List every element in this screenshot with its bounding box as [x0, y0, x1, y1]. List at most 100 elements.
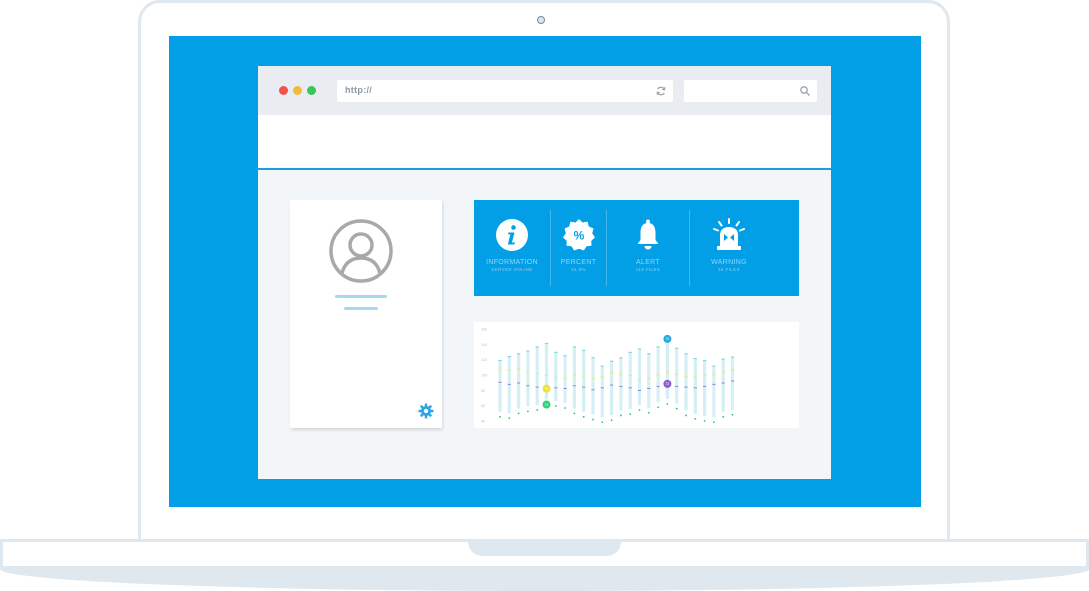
chart-bar-cap — [498, 360, 502, 362]
info-icon — [496, 219, 528, 251]
upper-series-mark — [684, 375, 688, 377]
profile-card — [290, 200, 442, 428]
upper-series-mark — [517, 368, 521, 370]
chart: 160 140 120 100 80 60 40 72 72 72 72 — [481, 328, 735, 424]
browser-window: http:// INFORMATION SERVER ONLINE % PERC… — [258, 66, 831, 479]
lower-series-mark — [693, 387, 697, 389]
minimize-window-button[interactable] — [293, 86, 302, 95]
stat-title: WARNING — [711, 259, 747, 266]
dot-series-point — [517, 412, 520, 415]
dot-series-point — [592, 418, 594, 421]
upper-series-mark — [563, 377, 567, 379]
upper-series-mark — [665, 371, 669, 373]
lower-series-mark — [656, 385, 660, 387]
chart-bar — [684, 353, 688, 411]
laptop-illustration: http:// INFORMATION SERVER ONLINE % PERC… — [0, 0, 1089, 591]
y-tick-label: 160 — [481, 328, 487, 332]
lower-series-mark — [554, 387, 558, 389]
chart-bar — [647, 353, 651, 408]
chart-bar-cap — [572, 346, 576, 348]
chart-bar — [582, 349, 586, 412]
address-bar-text: http:// — [345, 85, 373, 95]
chart-bar-cap — [526, 350, 530, 352]
lower-series-mark — [582, 386, 586, 388]
stat-alert[interactable]: ALERT 118 FILES — [607, 210, 689, 286]
upper-series-mark — [693, 376, 697, 378]
lower-series-mark — [498, 381, 502, 383]
stat-warning[interactable]: WARNING 34 FILES — [690, 210, 768, 286]
chart-bar — [554, 351, 558, 401]
lower-series-mark — [572, 385, 576, 387]
percent-badge-icon: % — [562, 219, 595, 251]
lower-series-mark — [675, 385, 679, 387]
user-avatar-icon — [329, 219, 393, 283]
lower-series-mark — [619, 385, 623, 387]
upper-series-mark — [721, 371, 725, 373]
search-icon[interactable] — [799, 85, 811, 97]
y-tick-label: 120 — [481, 358, 487, 362]
lower-series-mark — [730, 380, 735, 382]
close-window-button[interactable] — [279, 86, 288, 95]
stat-information[interactable]: INFORMATION SERVER ONLINE — [474, 210, 550, 286]
address-bar[interactable]: http:// — [337, 80, 673, 102]
dot-series-point — [675, 407, 678, 410]
dot-series-point — [554, 405, 557, 407]
chart-bar — [703, 360, 707, 416]
chart-bar-cap — [721, 358, 725, 360]
camera-icon — [537, 16, 545, 24]
lower-series-mark — [647, 387, 651, 389]
upper-series-mark — [619, 373, 623, 375]
chart-bar-cap — [637, 348, 642, 350]
lower-series-mark — [684, 386, 688, 388]
chart-bar-cap — [517, 353, 521, 355]
upper-series-mark — [647, 377, 651, 379]
chart-bar-cap — [600, 365, 604, 367]
chart-bar — [517, 353, 521, 409]
chart-bar — [675, 347, 679, 404]
dot-series-point — [722, 415, 725, 418]
chart-bar-cap — [582, 349, 586, 351]
chart-bar-cap — [730, 356, 735, 358]
upper-series-mark — [610, 372, 614, 374]
upper-series-mark — [535, 372, 539, 374]
search-input[interactable] — [684, 80, 817, 102]
lower-series-mark — [712, 383, 716, 385]
reload-icon[interactable] — [655, 85, 667, 97]
chart-bar-cap — [693, 357, 697, 360]
chart-bar-cap — [675, 347, 679, 349]
chart-bar-cap — [554, 351, 558, 353]
chart-marker-label: 72 — [545, 387, 549, 391]
lower-series-mark — [591, 389, 595, 391]
chart-bar — [712, 365, 716, 418]
dot-series-point — [601, 421, 604, 424]
dot-series-point — [703, 420, 706, 422]
chart-card: 160 140 120 100 80 60 40 72 72 72 72 — [474, 322, 799, 428]
dot-series-point — [629, 413, 632, 415]
upper-series-mark — [730, 369, 735, 371]
chart-bar-cap — [544, 342, 549, 345]
stat-subtitle: 44.5% — [571, 267, 586, 272]
stat-percent[interactable]: % PERCENT 44.5% — [551, 210, 606, 286]
laptop-base-bottom — [0, 569, 1089, 591]
page-header — [258, 115, 831, 170]
gear-icon[interactable] — [418, 403, 434, 419]
profile-name-placeholder — [335, 295, 387, 298]
maximize-window-button[interactable] — [307, 86, 316, 95]
lower-series-mark — [517, 382, 521, 384]
chart-bar-cap — [628, 351, 632, 353]
stat-subtitle: SERVER ONLINE — [491, 267, 533, 272]
bell-icon — [637, 219, 659, 250]
chart-bar-cap — [647, 353, 651, 355]
lower-series-mark — [628, 387, 632, 389]
profile-subtitle-placeholder — [344, 307, 378, 310]
dot-series-point — [647, 411, 650, 414]
chart-marker-label: 72 — [666, 337, 670, 341]
chart-bar-cap — [610, 360, 614, 362]
lower-series-mark — [721, 382, 725, 384]
upper-series-mark — [703, 375, 707, 377]
stat-title: ALERT — [636, 259, 660, 266]
chart-bar — [572, 346, 576, 409]
chart-bar-cap — [684, 353, 688, 355]
dot-series-point — [694, 417, 697, 420]
y-tick-label: 40 — [481, 420, 485, 424]
